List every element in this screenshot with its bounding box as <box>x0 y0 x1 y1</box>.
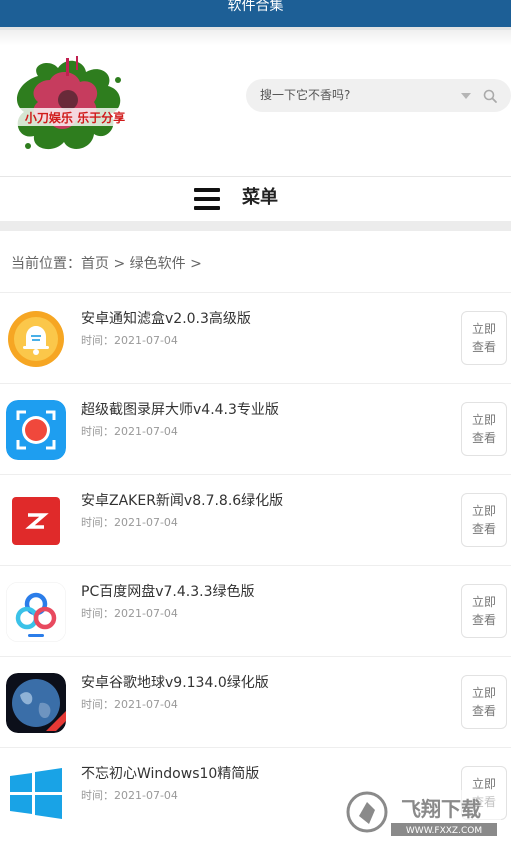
section-separator <box>0 221 511 231</box>
list-item[interactable]: 安卓通知滤盒v2.0.3高级版 时间：2021-07-04 立即查看 <box>0 292 511 383</box>
view-now-button[interactable]: 立即查看 <box>461 311 507 365</box>
button-line-1: 立即 <box>471 413 496 427</box>
dropdown-caret-icon[interactable] <box>461 93 471 99</box>
date-label: 时间： <box>81 425 114 438</box>
baidu-netdisk-icon[interactable] <box>6 582 66 642</box>
button-line-2: 查看 <box>471 431 496 445</box>
list-item[interactable]: 安卓ZAKER新闻v8.7.8.6绿化版 时间：2021-07-04 立即查看 <box>0 474 511 565</box>
top-bar-shadow <box>0 30 511 46</box>
search-input[interactable]: 搜一下它不香吗? <box>260 87 350 104</box>
item-title[interactable]: 安卓ZAKER新闻v8.7.8.6绿化版 <box>81 491 283 511</box>
search-box[interactable]: 搜一下它不香吗? <box>246 79 511 112</box>
view-now-button[interactable]: 立即查看 <box>461 402 507 456</box>
search-icon[interactable] <box>482 88 498 104</box>
item-date: 时间：2021-07-04 <box>81 606 178 622</box>
list-item[interactable]: 超级截图录屏大师v4.4.3专业版 时间：2021-07-04 立即查看 <box>0 383 511 474</box>
software-list: 安卓通知滤盒v2.0.3高级版 时间：2021-07-04 立即 查看 超级截图录… <box>0 292 511 838</box>
date-value: 2021-07-04 <box>114 516 178 529</box>
watermark-logo: 飞翔下载 WWW.FXXZ.COM <box>345 790 501 838</box>
watermark-url: WWW.FXXZ.COM <box>406 826 482 836</box>
item-title[interactable]: 安卓通知滤盒v2.0.3高级版 <box>81 309 251 329</box>
view-now-button[interactable]: 立即查看 <box>461 493 507 547</box>
item-title[interactable]: PC百度网盘v7.4.3.3绿色版 <box>81 582 254 602</box>
page-title: 软件合集 <box>227 0 284 14</box>
google-earth-icon[interactable] <box>6 673 66 733</box>
list-item[interactable]: PC百度网盘v7.4.3.3绿色版 时间：2021-07-04 立即查看 <box>0 565 511 656</box>
date-label: 时间： <box>81 698 114 711</box>
menu-label[interactable]: 菜单 <box>242 186 278 210</box>
top-bar: 软件合集 <box>0 0 511 30</box>
breadcrumb-separator: > <box>109 256 130 272</box>
item-date: 时间：2021-07-04 <box>81 333 178 349</box>
date-value: 2021-07-04 <box>114 607 178 620</box>
date-value: 2021-07-04 <box>114 425 178 438</box>
view-now-button[interactable]: 立即查看 <box>461 675 507 729</box>
date-value: 2021-07-04 <box>114 698 178 711</box>
breadcrumb-separator: > <box>185 256 202 272</box>
item-title[interactable]: 不忘初心Windows10精简版 <box>81 764 259 784</box>
date-value: 2021-07-04 <box>114 334 178 347</box>
list-item[interactable]: 安卓谷歌地球v9.134.0绿化版 时间：2021-07-04 立即查看 <box>0 656 511 747</box>
menu-bar[interactable]: 菜单 <box>0 177 511 221</box>
item-date: 时间：2021-07-04 <box>81 424 178 440</box>
date-value: 2021-07-04 <box>114 789 178 802</box>
zaker-icon[interactable] <box>6 491 66 551</box>
button-line-1: 立即 <box>471 595 496 609</box>
item-title[interactable]: 超级截图录屏大师v4.4.3专业版 <box>81 400 279 420</box>
view-now-button[interactable]: 立即查看 <box>461 584 507 638</box>
logo-splash <box>16 56 121 150</box>
windows-icon[interactable] <box>6 764 66 824</box>
watermark-text: 飞翔下载 <box>401 797 481 821</box>
breadcrumb-home-link[interactable]: 首页 <box>81 256 109 272</box>
breadcrumb-prefix: 当前位置： <box>11 256 81 272</box>
date-label: 时间： <box>81 607 114 620</box>
bell-app-icon[interactable] <box>6 309 66 369</box>
breadcrumb: 当前位置：首页 > 绿色软件 > <box>11 254 202 274</box>
screen-recorder-icon[interactable] <box>6 400 66 460</box>
item-date: 时间：2021-07-04 <box>81 515 178 531</box>
site-logo[interactable]: 小刀娱乐 乐于分享 <box>10 54 140 162</box>
item-title[interactable]: 安卓谷歌地球v9.134.0绿化版 <box>81 673 269 693</box>
item-date: 时间：2021-07-04 <box>81 697 178 713</box>
button-line-1: 立即 <box>471 322 496 336</box>
hamburger-icon[interactable] <box>194 187 220 211</box>
date-label: 时间： <box>81 789 114 802</box>
button-line-1: 立即 <box>471 686 496 700</box>
button-line-2: 查看 <box>471 522 496 536</box>
button-line-2: 查看 <box>471 340 496 354</box>
date-label: 时间： <box>81 334 114 347</box>
button-line-2: 查看 <box>471 613 496 627</box>
logo-text: 小刀娱乐 乐于分享 <box>25 110 125 125</box>
button-line-2: 查看 <box>471 704 496 718</box>
breadcrumb-category-link[interactable]: 绿色软件 <box>130 256 186 272</box>
button-line-1: 立即 <box>471 504 496 518</box>
item-date: 时间：2021-07-04 <box>81 788 178 804</box>
date-label: 时间： <box>81 516 114 529</box>
